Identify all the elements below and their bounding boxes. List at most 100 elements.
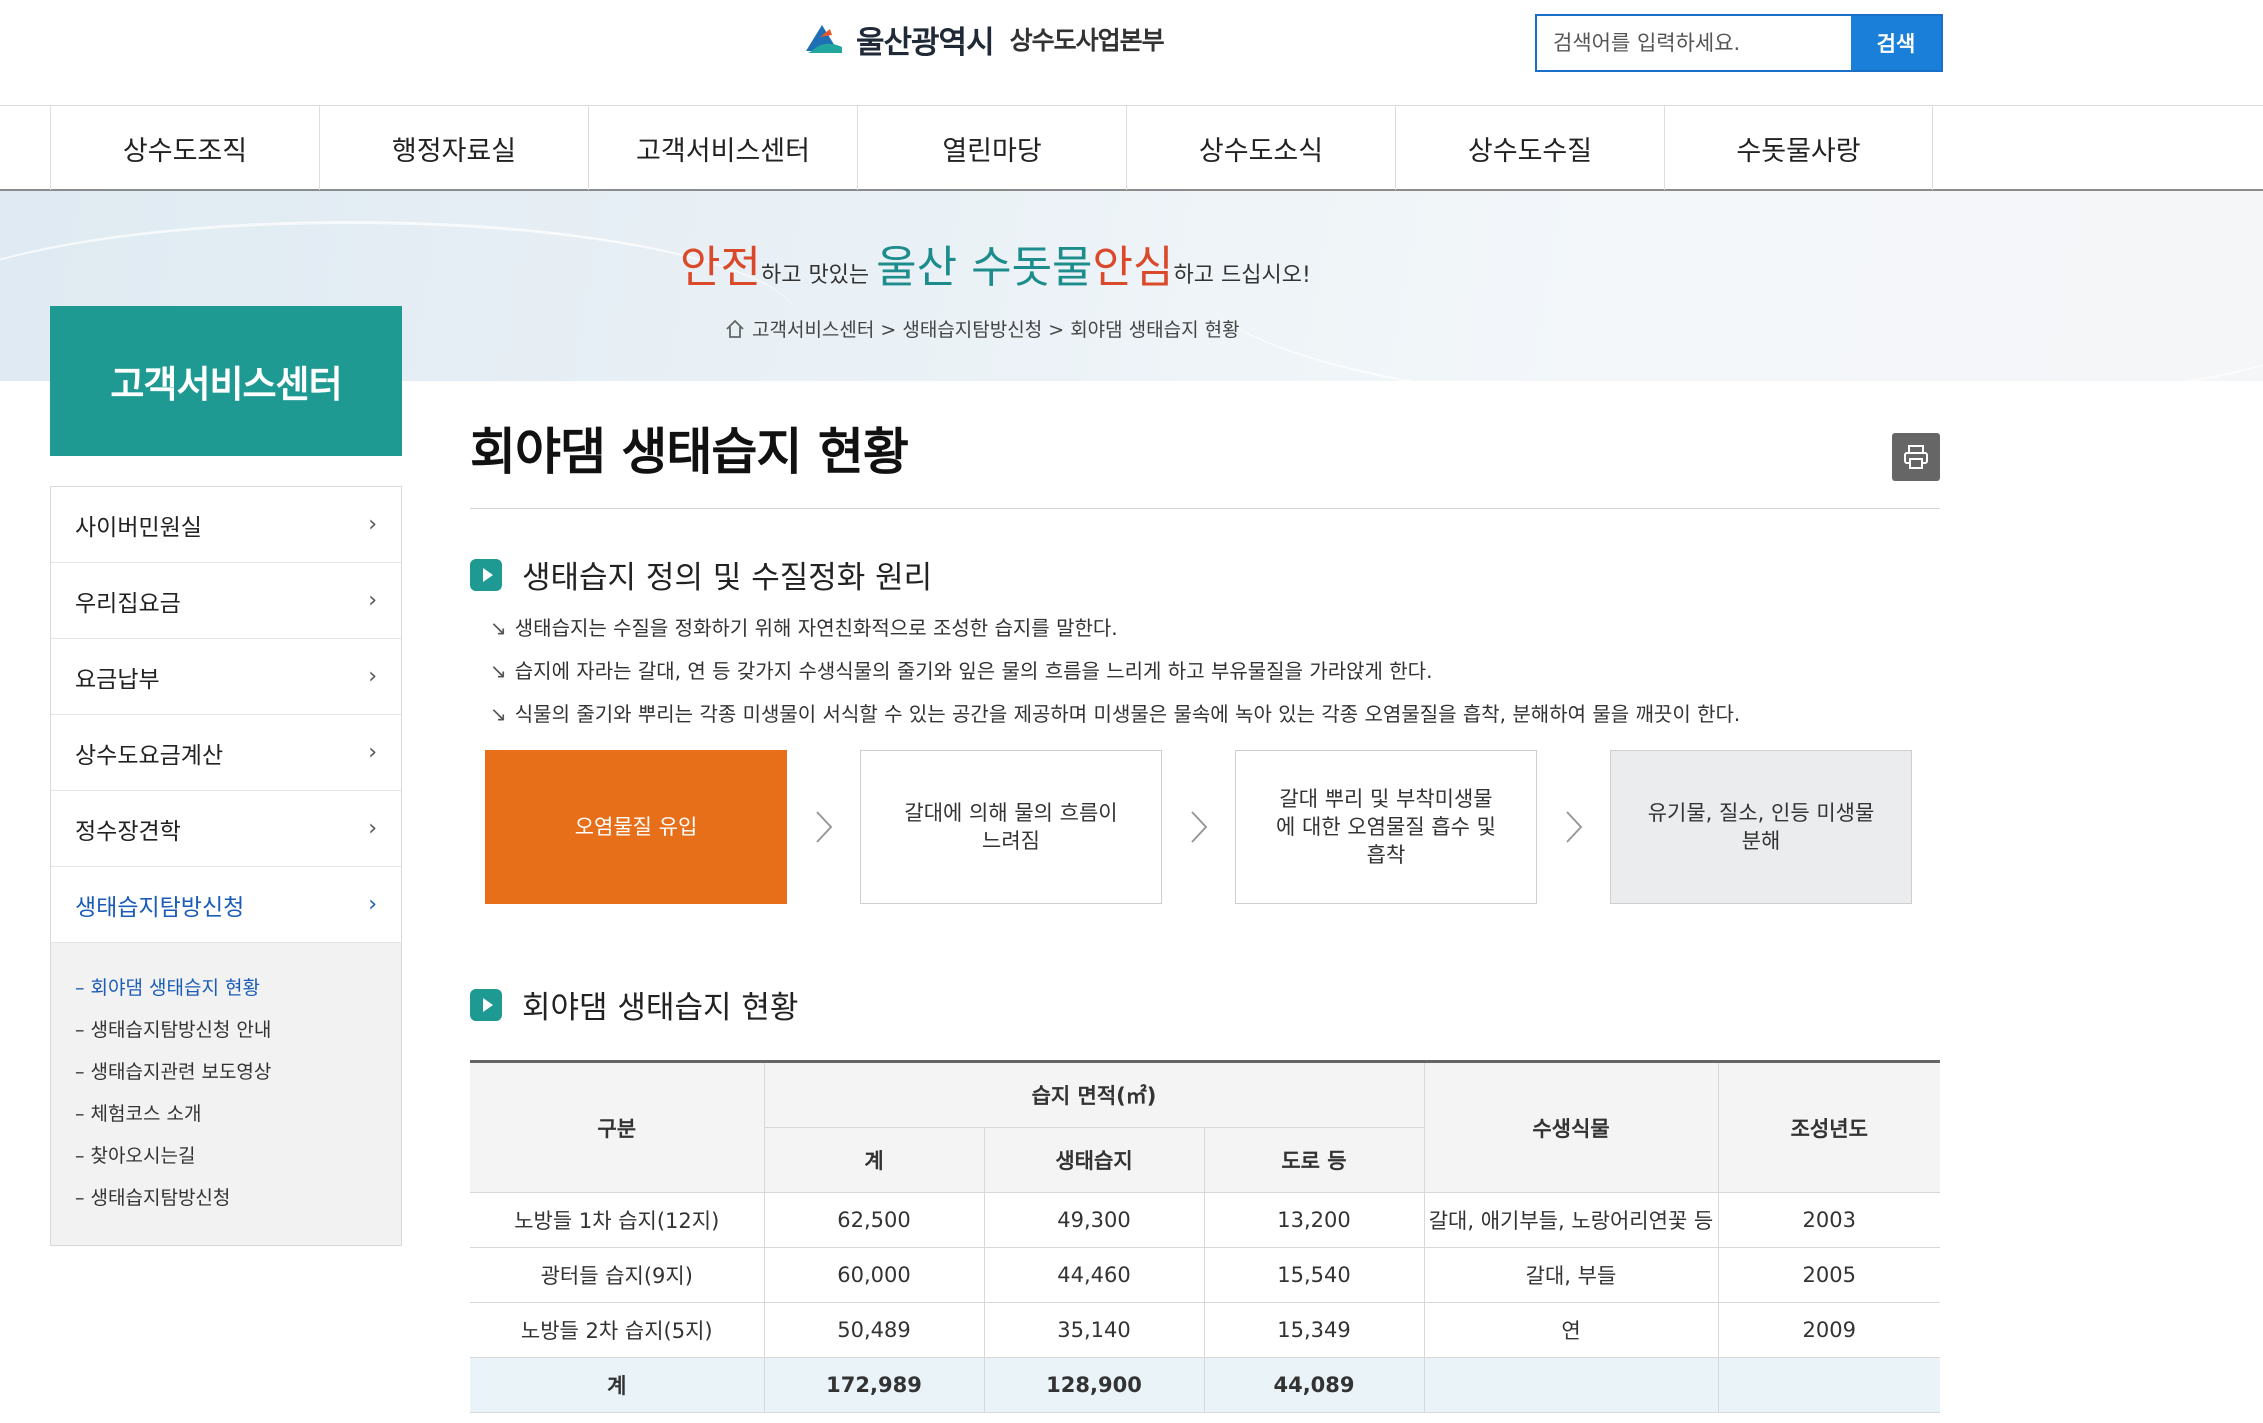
site-dept-name: 상수도사업본부 — [1009, 26, 1165, 55]
sidebar-item-tour[interactable]: 정수장견학 › — [51, 791, 401, 867]
header-cell: 습지 면적(㎡) — [763, 1061, 1425, 1128]
home-icon[interactable] — [724, 318, 746, 340]
table-row: 노방들 2차 습지(5지) 50,489 35,140 15,349 연 200… — [470, 1302, 1940, 1358]
site-header: 울산광역시 상수도사업본부 검색 — [0, 0, 2263, 105]
submenu-label: 체험코스 소개 — [90, 1103, 202, 1125]
table-cell: 2003 — [1717, 1192, 1940, 1248]
definition-text: 습지에 자라는 갈대, 연 등 갖가지 수생식물의 줄기와 잎은 물의 흐름을 … — [514, 659, 1433, 683]
search-button[interactable]: 검색 — [1851, 16, 1941, 70]
gnb-item-love[interactable]: 수돗물사랑 — [1664, 106, 1933, 190]
submenu-label: 생태습지탐방신청 — [90, 1187, 231, 1209]
definition-line: ↘ 생태습지는 수질을 정화하기 위해 자연친화적으로 조성한 습지를 말한다. — [490, 612, 1740, 655]
gnb-item-admin[interactable]: 행정자료실 — [319, 106, 588, 190]
sidebar-menu: 사이버민원실 › 우리집요금 › 요금납부 › 상수도요금계산 › 정수장견학 … — [50, 486, 402, 1246]
sidebar-item-wetland[interactable]: 생태습지탐방신청 › — [51, 867, 401, 943]
chevron-right-icon: › — [368, 512, 377, 537]
submenu-label: 생태습지탐방신청 안내 — [90, 1019, 272, 1041]
submenu-item-video[interactable]: – 생태습지관련 보도영상 — [75, 1051, 401, 1093]
slogan-part: 안전 — [680, 242, 761, 293]
sidebar-item-bill[interactable]: 우리집요금 › — [51, 563, 401, 639]
slogan: 안전하고 맛있는 울산 수돗물안심하고 드십시오! — [680, 231, 1311, 295]
page-title: 회야댐 생태습지 현황 — [470, 423, 909, 481]
bullet-icon: ↘ — [490, 702, 507, 726]
slogan-part: 하고 드십시오! — [1173, 263, 1311, 288]
chevron-right-icon: › — [368, 816, 377, 841]
gnb-item-quality[interactable]: 상수도수질 — [1395, 106, 1664, 190]
play-icon — [470, 988, 502, 1021]
sidebar-item-cyber[interactable]: 사이버민원실 › — [51, 487, 401, 563]
wetland-status-table: 구분 습지 면적(㎡) 수생식물 조성년도 계 생태습지 도로 등 노방들 1차… — [470, 1060, 1940, 1413]
sidebar-item-label: 요금납부 — [75, 666, 160, 693]
submenu-label: 생태습지관련 보도영상 — [90, 1061, 272, 1083]
printer-icon — [1904, 445, 1928, 469]
slogan-part: 안심 — [1092, 242, 1174, 293]
sidebar-item-payment[interactable]: 요금납부 › — [51, 639, 401, 715]
flow-step-decomposition: 유기물, 질소, 인등 미생물 분해 — [1610, 750, 1912, 904]
submenu-item-status[interactable]: – 회야댐 생태습지 현황 — [75, 967, 401, 1009]
slogan-part: 하고 맛있는 — [760, 263, 877, 288]
ulsan-logo-icon — [806, 25, 842, 53]
chevron-right-icon: › — [368, 892, 377, 917]
table-cell: 50,489 — [763, 1302, 985, 1358]
banner-wave-decoration — [1200, 191, 2263, 381]
submenu-item-directions[interactable]: – 찾아오시는길 — [75, 1135, 401, 1177]
site-logo[interactable]: 울산광역시 상수도사업본부 — [802, 14, 1165, 64]
submenu-item-apply[interactable]: – 생태습지탐방신청 — [75, 1177, 401, 1219]
table-cell: 노방들 1차 습지(12지) — [470, 1192, 765, 1248]
table-cell: 광터들 습지(9지) — [470, 1247, 765, 1303]
submenu-dash: – — [75, 1061, 85, 1083]
submenu-label: 찾아오시는길 — [90, 1145, 196, 1167]
table-cell: 62,500 — [763, 1192, 985, 1248]
submenu-dash: – — [75, 1019, 85, 1041]
table-cell: 15,540 — [1203, 1247, 1425, 1303]
header-cell: 생태습지 — [983, 1127, 1205, 1193]
sidebar-item-calculator[interactable]: 상수도요금계산 › — [51, 715, 401, 791]
chevron-right-icon: › — [368, 664, 377, 689]
table-cell: 갈대, 부들 — [1423, 1247, 1719, 1303]
table-cell — [1423, 1357, 1719, 1413]
section-heading-text: 회야댐 생태습지 현황 — [522, 990, 799, 1026]
chevron-right-icon: › — [368, 588, 377, 613]
flow-step-slowdown: 갈대에 의해 물의 흐름이 느려짐 — [860, 750, 1162, 904]
flow-step-inflow: 오염물질 유입 — [485, 750, 787, 904]
bullet-icon: ↘ — [490, 659, 507, 683]
definition-text: 식물의 줄기와 뿌리는 각종 미생물이 서식할 수 있는 공간을 제공하며 미생… — [514, 702, 1741, 726]
gnb-item-news[interactable]: 상수도소식 — [1126, 106, 1395, 190]
table-cell — [1717, 1357, 1940, 1413]
table-cell: 44,460 — [983, 1247, 1205, 1303]
gnb-item-forum[interactable]: 열린마당 — [857, 106, 1126, 190]
table-row: 노방들 1차 습지(12지) 62,500 49,300 13,200 갈대, … — [470, 1192, 1940, 1248]
chevron-right-icon: › — [368, 740, 377, 765]
gnb-item-customer[interactable]: 고객서비스센터 — [588, 106, 857, 190]
submenu-dash: – — [75, 1103, 85, 1125]
search-input[interactable] — [1537, 16, 1851, 70]
breadcrumb-path[interactable]: 고객서비스센터 > 생태습지탐방신청 > 회야댐 생태습지 현황 — [752, 315, 1240, 342]
header-cell: 구분 — [470, 1061, 765, 1193]
table-cell: 128,900 — [983, 1357, 1205, 1413]
header-cell: 조성년도 — [1717, 1061, 1940, 1193]
flow-step-absorption: 갈대 뿌리 및 부착미생물에 대한 오염물질 흡수 및 흡착 — [1235, 750, 1537, 904]
definition-line: ↘ 식물의 줄기와 뿌리는 각종 미생물이 서식할 수 있는 공간을 제공하며 미… — [490, 698, 1740, 741]
search-box: 검색 — [1535, 14, 1943, 72]
header-cell: 도로 등 — [1203, 1127, 1424, 1193]
table-cell: 60,000 — [763, 1247, 985, 1303]
submenu-dash: – — [75, 1187, 85, 1209]
table-cell: 49,300 — [983, 1192, 1205, 1248]
submenu-label: 회야댐 생태습지 현황 — [90, 977, 260, 999]
submenu-item-guide[interactable]: – 생태습지탐방신청 안내 — [75, 1009, 401, 1051]
sidebar-item-label: 우리집요금 — [75, 590, 181, 617]
table-cell: 13,200 — [1203, 1192, 1425, 1248]
table-row: 광터들 습지(9지) 60,000 44,460 15,540 갈대, 부들 2… — [470, 1247, 1940, 1303]
definition-list: ↘ 생태습지는 수질을 정화하기 위해 자연친화적으로 조성한 습지를 말한다. … — [490, 612, 1740, 741]
section-heading-definition: 생태습지 정의 및 수질정화 원리 — [470, 552, 932, 597]
submenu-item-course[interactable]: – 체험코스 소개 — [75, 1093, 401, 1135]
table-cell: 15,349 — [1203, 1302, 1425, 1358]
main-nav: 상수도조직 행정자료실 고객서비스센터 열린마당 상수도소식 상수도수질 수돗물… — [0, 105, 2263, 191]
definition-line: ↘ 습지에 자라는 갈대, 연 등 갖가지 수생식물의 줄기와 잎은 물의 흐름을… — [490, 655, 1740, 698]
sidebar-item-label: 정수장견학 — [75, 818, 181, 845]
print-button[interactable] — [1892, 433, 1940, 481]
table-cell: 연 — [1423, 1302, 1719, 1358]
gnb-item-org[interactable]: 상수도조직 — [50, 106, 319, 190]
sidebar-item-label: 사이버민원실 — [75, 514, 202, 541]
slogan-part: 울산 수돗물 — [876, 242, 1093, 293]
